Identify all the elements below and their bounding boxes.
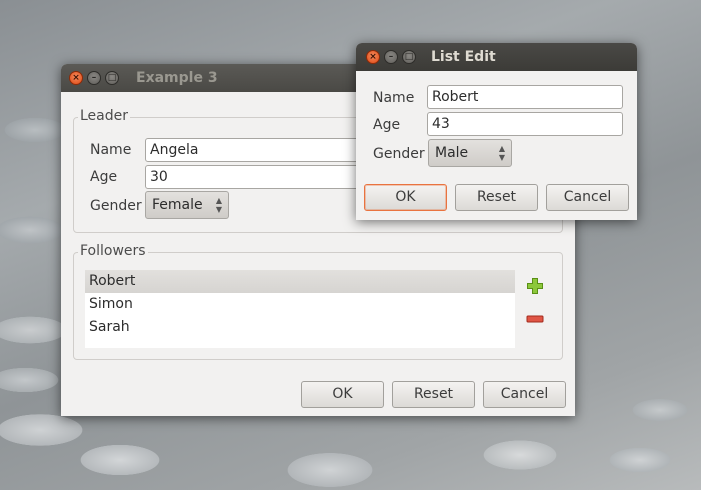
plus-icon[interactable] xyxy=(526,277,544,295)
leader-gender-combo[interactable]: Female ▲ ▼ xyxy=(145,191,229,219)
minimize-icon[interactable]: – xyxy=(87,71,101,85)
dialog-gender-value: Male xyxy=(435,145,469,161)
spinner-arrows-icon: ▲ ▼ xyxy=(498,144,505,162)
dialog-cancel-button[interactable]: Cancel xyxy=(546,184,629,211)
leader-name-label: Name xyxy=(90,142,132,158)
list-item[interactable]: Simon xyxy=(85,293,515,316)
window-title: Example 3 xyxy=(136,70,218,86)
dialog-age-field[interactable]: 43 xyxy=(427,112,623,136)
leader-age-label: Age xyxy=(90,169,118,185)
close-icon[interactable]: × xyxy=(69,71,83,85)
dialog-gender-combo[interactable]: Male ▲ ▼ xyxy=(428,139,512,167)
dialog-gender-label: Gender xyxy=(373,146,425,162)
followers-group-title: Followers xyxy=(78,243,148,259)
leader-gender-label: Gender xyxy=(90,198,142,214)
dialog-age-label: Age xyxy=(373,117,401,133)
maximize-icon[interactable]: □ xyxy=(402,50,416,64)
followers-group: Followers Robert Simon Sarah xyxy=(73,243,563,360)
dialog-name-field[interactable]: Robert xyxy=(427,85,623,109)
minimize-icon[interactable]: – xyxy=(384,50,398,64)
reset-button[interactable]: Reset xyxy=(392,381,475,408)
close-icon[interactable]: × xyxy=(366,50,380,64)
minus-icon[interactable] xyxy=(526,314,544,324)
list-edit-dialog: × – □ List Edit Name Robert Age 43 Gende… xyxy=(356,43,637,220)
list-item[interactable]: Robert xyxy=(85,270,515,293)
dialog-ok-button[interactable]: OK xyxy=(364,184,447,211)
list-item[interactable]: Sarah xyxy=(85,316,515,339)
leader-group-title: Leader xyxy=(78,108,131,124)
cancel-button[interactable]: Cancel xyxy=(483,381,566,408)
dialog-titlebar[interactable]: × – □ List Edit xyxy=(356,43,637,71)
followers-list[interactable]: Robert Simon Sarah xyxy=(85,270,515,348)
dialog-name-label: Name xyxy=(373,90,415,106)
maximize-icon[interactable]: □ xyxy=(105,71,119,85)
dialog-reset-button[interactable]: Reset xyxy=(455,184,538,211)
ok-button[interactable]: OK xyxy=(301,381,384,408)
spinner-arrows-icon: ▲ ▼ xyxy=(215,196,222,214)
dialog-title: List Edit xyxy=(431,49,496,65)
leader-gender-value: Female xyxy=(152,197,203,213)
